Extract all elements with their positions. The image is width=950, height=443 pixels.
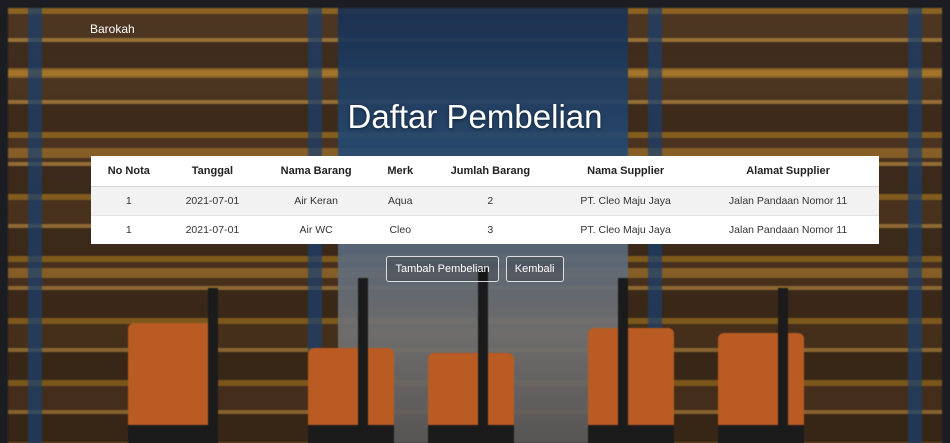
column-header-no-nota: No Nota	[91, 156, 167, 187]
page-title: Daftar Pembelian	[347, 98, 603, 135]
cell-tanggal: 2021-07-01	[166, 215, 259, 244]
purchase-table: No Nota Tanggal Nama Barang Merk Jumlah …	[91, 156, 879, 244]
table-row: 1 2021-07-01 Air Keran Aqua 2 PT. Cleo M…	[91, 186, 879, 216]
cell-alamat-supplier: Jalan Pandaan Nomor 11	[697, 186, 879, 216]
cell-alamat-supplier: Jalan Pandaan Nomor 11	[697, 215, 879, 244]
navbar-brand[interactable]: Barokah	[90, 22, 135, 36]
column-header-merk: Merk	[373, 156, 427, 187]
cell-nama-barang: Air WC	[258, 215, 374, 244]
cell-jumlah-barang: 2	[426, 186, 555, 216]
table-row: 1 2021-07-01 Air WC Cleo 3 PT. Cleo Maju…	[91, 215, 879, 244]
cell-merk: Aqua	[373, 186, 427, 216]
cell-no-nota: 1	[91, 215, 167, 244]
column-header-nama-supplier: Nama Supplier	[554, 156, 698, 187]
column-header-jumlah-barang: Jumlah Barang	[426, 156, 555, 187]
cell-nama-supplier: PT. Cleo Maju Jaya	[554, 186, 698, 216]
cell-jumlah-barang: 3	[426, 215, 555, 244]
cell-nama-supplier: PT. Cleo Maju Jaya	[554, 215, 698, 244]
action-buttons: Tambah Pembelian Kembali	[0, 256, 950, 282]
cell-merk: Cleo	[373, 215, 427, 244]
column-header-nama-barang: Nama Barang	[258, 156, 374, 187]
add-purchase-button[interactable]: Tambah Pembelian	[386, 256, 499, 282]
back-button[interactable]: Kembali	[505, 256, 564, 282]
column-header-tanggal: Tanggal	[166, 156, 259, 187]
column-header-alamat-supplier: Alamat Supplier	[697, 156, 879, 187]
cell-nama-barang: Air Keran	[258, 186, 374, 216]
cell-no-nota: 1	[91, 186, 167, 216]
cell-tanggal: 2021-07-01	[166, 186, 259, 216]
table-header-row: No Nota Tanggal Nama Barang Merk Jumlah …	[91, 156, 879, 187]
